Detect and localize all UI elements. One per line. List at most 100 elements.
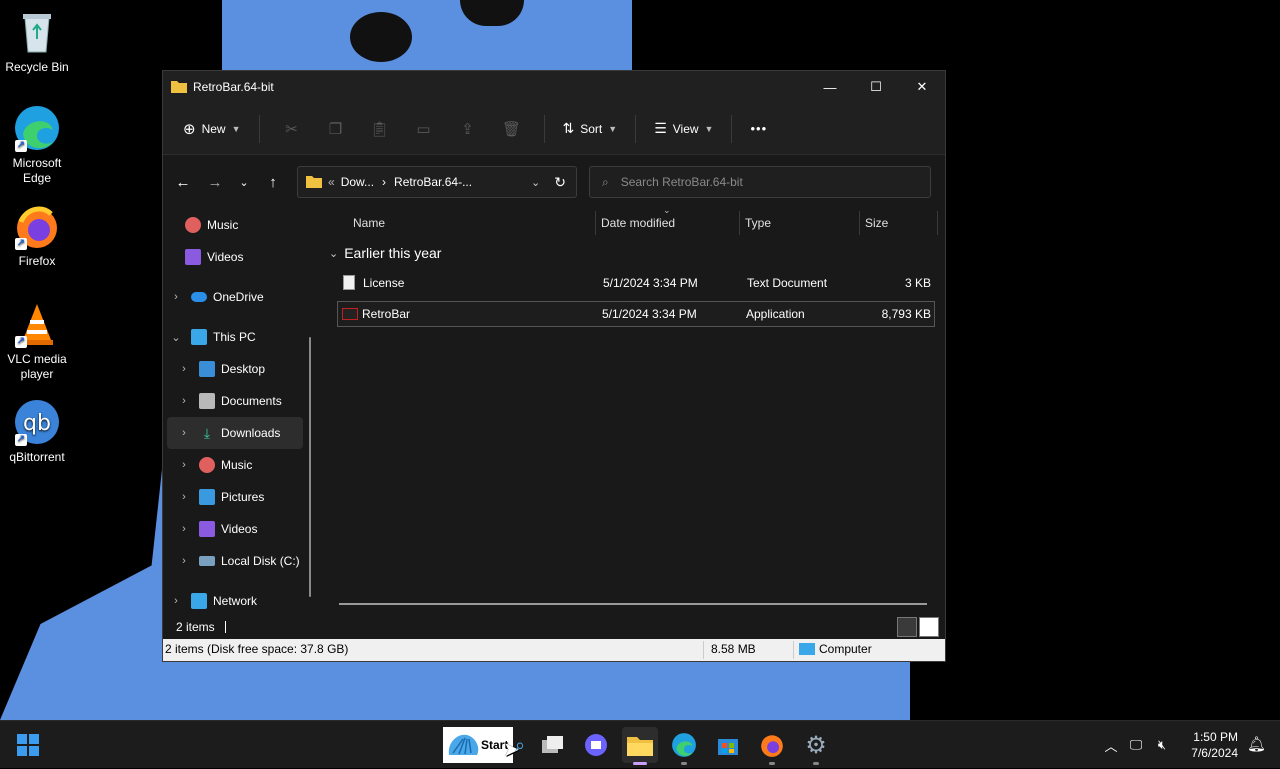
- nav-item-videos[interactable]: › Videos: [177, 513, 327, 545]
- chevron-up-icon[interactable]: ︿: [1100, 736, 1122, 755]
- taskbar-clock[interactable]: 1:50 PM 7/6/2024: [1191, 729, 1238, 761]
- nav-item-pictures[interactable]: › Pictures: [177, 481, 327, 513]
- file-row-retrobar[interactable]: RetroBar 5/1/2024 3:34 PM Application 8,…: [337, 301, 935, 327]
- breadcrumb-downloads[interactable]: Dow...: [341, 175, 374, 189]
- nav-item-downloads[interactable]: › ⤓ Downloads: [167, 417, 303, 449]
- new-button[interactable]: ⊕ New ▼: [175, 113, 249, 145]
- share-button[interactable]: ⇪: [452, 113, 484, 145]
- nav-item-network[interactable]: › Network: [169, 585, 319, 617]
- up-button[interactable]: ↑: [257, 166, 289, 198]
- taskbar-firefox[interactable]: [754, 727, 790, 765]
- firefox-icon: ↗: [13, 202, 61, 250]
- tiles-view-button[interactable]: [919, 617, 939, 637]
- store-bag-icon: [718, 739, 738, 755]
- search-icon: ⌕: [602, 174, 609, 189]
- recycle-bin-icon: [13, 8, 61, 56]
- group-header[interactable]: ⌄ Earlier this year: [329, 245, 441, 261]
- maximize-button[interactable]: ☐: [853, 71, 899, 103]
- desktop-icon-firefox[interactable]: ↗ Firefox: [1, 202, 73, 269]
- taskbar-file-explorer[interactable]: [622, 727, 658, 765]
- search-box[interactable]: ⌕ Search RetroBar.64-bit: [589, 166, 931, 198]
- view-button[interactable]: ☰ View ▼: [646, 113, 721, 145]
- address-bar[interactable]: « Dow... › RetroBar.64-... ⌄ ↻: [297, 166, 577, 198]
- close-button[interactable]: ✕: [899, 71, 945, 103]
- share-icon: ⇪: [461, 120, 474, 138]
- chevron-right-icon[interactable]: ›: [177, 555, 191, 567]
- desktop-icon-vlc[interactable]: ↗ VLC media player: [1, 300, 73, 382]
- folder-icon: [306, 174, 322, 191]
- details-view-button[interactable]: [897, 617, 917, 637]
- shortcut-arrow-icon: ↗: [15, 336, 27, 348]
- folder-icon: [171, 79, 187, 96]
- taskbar-store[interactable]: [710, 727, 746, 763]
- network-monitor-icon[interactable]: 🖵︎: [1122, 737, 1150, 753]
- column-header-size[interactable]: Size: [865, 209, 888, 237]
- desktop-icon-edge[interactable]: ↗ Microsoft Edge: [1, 104, 73, 186]
- overflow-chevrons-icon[interactable]: «: [328, 175, 335, 189]
- column-divider[interactable]: [937, 211, 938, 235]
- back-button[interactable]: ←: [167, 166, 199, 198]
- file-type: Text Document: [747, 276, 828, 290]
- nav-item-local-disk[interactable]: › Local Disk (C:): [177, 545, 327, 577]
- nav-item-onedrive[interactable]: › OneDrive: [169, 281, 319, 313]
- refresh-button[interactable]: ↻: [554, 174, 566, 191]
- chevron-down-icon: ▼: [231, 123, 241, 134]
- nav-item-this-pc[interactable]: ⌄ This PC: [169, 321, 319, 353]
- file-name: License: [363, 276, 405, 290]
- chevron-right-icon[interactable]: ›: [169, 595, 183, 607]
- chevron-right-icon[interactable]: ›: [177, 491, 191, 503]
- file-row-license[interactable]: License 5/1/2024 3:34 PM Text Document 3…: [337, 270, 935, 296]
- volume-muted-icon[interactable]: 🔇︎: [1150, 737, 1174, 753]
- see-more-button[interactable]: •••: [742, 113, 775, 145]
- breadcrumb-retrobar[interactable]: RetroBar.64-...: [394, 175, 472, 189]
- minimize-button[interactable]: —: [807, 71, 853, 103]
- nav-item-music-quick[interactable]: Music: [177, 209, 327, 241]
- taskbar-task-view[interactable]: [535, 727, 571, 763]
- chevron-right-icon[interactable]: ›: [177, 395, 191, 407]
- title-bar[interactable]: RetroBar.64-bit — ☐ ✕: [163, 71, 945, 103]
- file-list[interactable]: Name Date modified ⌄ Type Size ⌄ Earlier…: [321, 205, 945, 615]
- chevron-right-icon[interactable]: ›: [169, 291, 183, 303]
- taskbar-search-button[interactable]: ⌕: [505, 727, 535, 763]
- desktop-icon-recycle-bin[interactable]: Recycle Bin: [1, 8, 73, 75]
- forward-button[interactable]: →: [199, 166, 231, 198]
- navigation-pane[interactable]: Music Videos › OneDrive ⌄ This PC › Desk…: [163, 209, 319, 615]
- file-date: 5/1/2024 3:34 PM: [602, 307, 697, 321]
- onedrive-cloud-icon: [191, 292, 207, 302]
- paste-button[interactable]: 📋︎: [364, 113, 396, 145]
- taskbar-edge[interactable]: [666, 727, 702, 765]
- nav-item-videos-quick[interactable]: Videos: [177, 241, 327, 273]
- nav-item-desktop[interactable]: › Desktop: [177, 353, 327, 385]
- taskbar-teams-chat[interactable]: [578, 727, 614, 763]
- status-location: Computer: [819, 642, 872, 656]
- address-dropdown-button[interactable]: ⌄: [531, 176, 540, 189]
- taskbar-settings[interactable]: ⚙: [798, 727, 834, 765]
- nav-item-music[interactable]: › Music: [177, 449, 327, 481]
- windows-start-button[interactable]: [10, 727, 46, 763]
- scissors-icon: ✂: [285, 120, 298, 138]
- sort-button[interactable]: ⇅ Sort ▼: [555, 113, 626, 145]
- notification-bell-icon[interactable]: 🔔︎: [1247, 735, 1266, 753]
- chevron-right-icon[interactable]: ›: [177, 459, 191, 471]
- chevron-down-icon[interactable]: ⌄: [169, 331, 183, 344]
- column-divider[interactable]: [595, 211, 596, 235]
- nav-item-documents[interactable]: › Documents: [177, 385, 327, 417]
- chevron-right-icon[interactable]: ›: [177, 427, 191, 439]
- cut-button[interactable]: ✂: [276, 113, 308, 145]
- file-explorer-window[interactable]: RetroBar.64-bit — ☐ ✕ ⊕ New ▼ ✂ ❐ 📋︎ ▭ ⇪…: [162, 70, 946, 662]
- copy-button[interactable]: ❐: [320, 113, 352, 145]
- column-divider[interactable]: [859, 211, 860, 235]
- chevron-right-icon[interactable]: ›: [177, 523, 191, 535]
- column-header-type[interactable]: Type: [745, 209, 771, 237]
- chevron-right-icon[interactable]: ›: [177, 363, 191, 375]
- vlc-cone-icon: ↗: [13, 300, 61, 348]
- nav-scrollbar[interactable]: [309, 337, 311, 597]
- horizontal-scrollbar[interactable]: [339, 603, 927, 605]
- delete-button[interactable]: 🗑︎: [496, 113, 528, 145]
- drive-icon: [199, 556, 215, 566]
- desktop-icon-qbittorrent[interactable]: qb ↗ qBittorrent: [1, 398, 73, 465]
- rename-button[interactable]: ▭: [408, 113, 440, 145]
- column-header-name[interactable]: Name: [353, 209, 385, 237]
- column-divider[interactable]: [739, 211, 740, 235]
- recent-locations-button[interactable]: ⌄: [231, 166, 257, 198]
